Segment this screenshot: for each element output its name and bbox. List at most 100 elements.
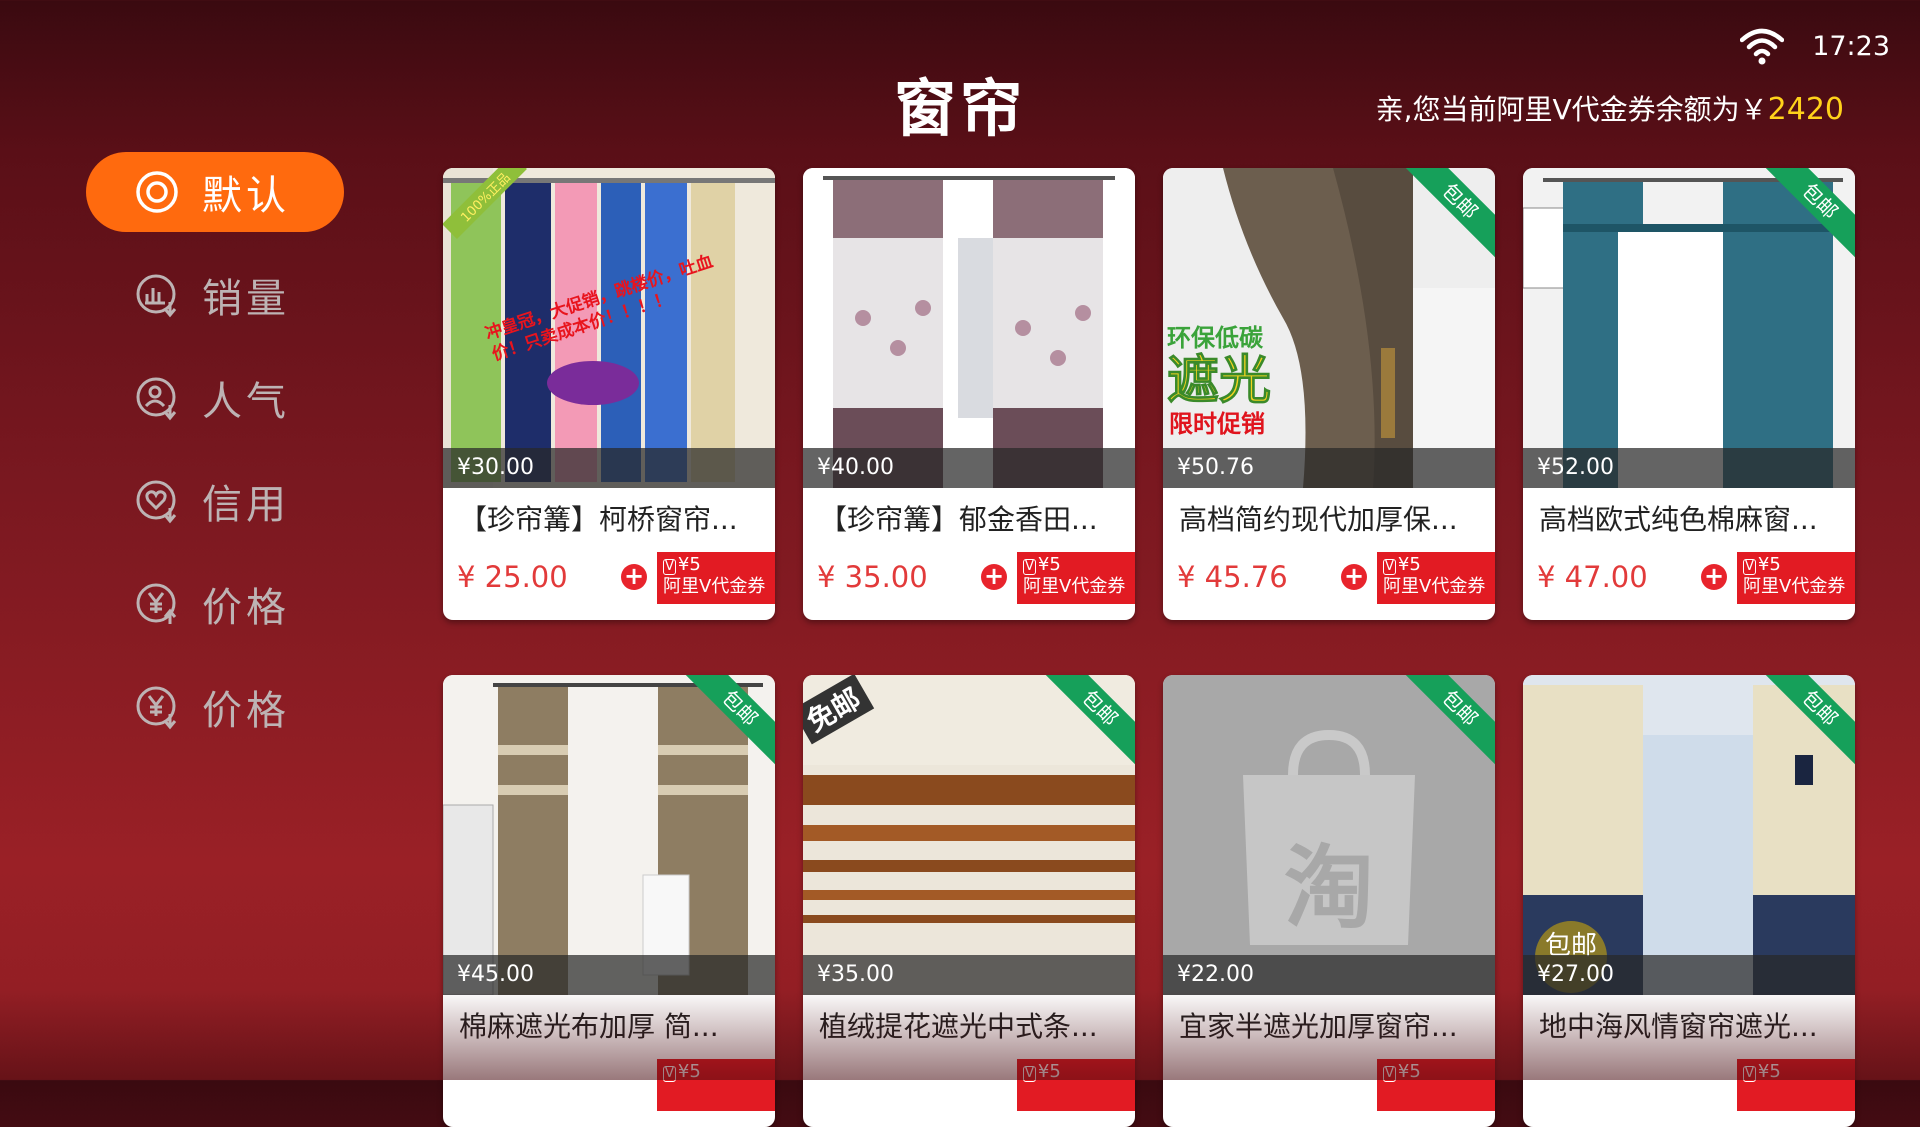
- ribbon-label: 包邮: [1765, 675, 1855, 765]
- coupon-badge: V ¥5: [657, 1059, 775, 1111]
- product-image: 包邮 ¥52.00: [1523, 168, 1855, 488]
- product-image: 包邮 包邮 ¥27.00: [1523, 675, 1855, 995]
- coupon-badge: V ¥5: [1737, 1059, 1855, 1111]
- coupon-amount: ¥5: [1757, 554, 1781, 575]
- coupon-amount: ¥5: [1037, 1061, 1061, 1082]
- original-price: ¥30.00: [443, 448, 775, 488]
- coupon-badge: V ¥5 阿里V代金券: [1017, 552, 1135, 604]
- product-image: ¥40.00: [803, 168, 1135, 488]
- product-name: 【珍帘篝】郁金香田...: [819, 503, 1098, 536]
- product-image: 环保低碳 遮光 限时促销 包邮 ¥50.76: [1163, 168, 1495, 488]
- sort-label: 销量: [202, 276, 290, 322]
- sale-price: ¥ 25.00: [457, 560, 568, 594]
- v-icon: V: [1023, 559, 1036, 575]
- sort-label: 默认: [202, 173, 290, 219]
- free-shipping-ribbon: 包邮: [1405, 675, 1495, 765]
- coupon-badge: V ¥5 阿里V代金券: [1737, 552, 1855, 604]
- coupon-amount: ¥5: [1397, 554, 1421, 575]
- ribbon-label: 包邮: [685, 675, 775, 765]
- sort-label: 人气: [202, 379, 290, 425]
- product-card[interactable]: 环保低碳 遮光 限时促销 包邮 ¥50.76 高档简约现代加厚保... ¥ 45…: [1163, 168, 1495, 620]
- coupon-badge: V ¥5: [1017, 1059, 1135, 1111]
- plus-icon: +: [1701, 564, 1727, 590]
- product-card[interactable]: ¥40.00 【珍帘篝】郁金香田... ¥ 35.00 + V ¥5 阿里V代金券: [803, 168, 1135, 620]
- coupon-label: 阿里V代金券: [663, 576, 766, 597]
- coupon-amount: ¥5: [677, 1061, 701, 1082]
- product-image: 淘 包邮 ¥22.00: [1163, 675, 1495, 995]
- coupon-amount: ¥5: [677, 554, 701, 575]
- plus-icon: +: [981, 564, 1007, 590]
- product-name: 【珍帘篝】柯桥窗帘...: [459, 503, 738, 536]
- ribbon-label: 包邮: [1765, 168, 1855, 258]
- coupon-badge: V ¥5 阿里V代金券: [657, 552, 775, 604]
- sort-default[interactable]: 默认: [86, 152, 344, 232]
- original-price: ¥35.00: [803, 955, 1135, 995]
- free-shipping-ribbon: 包邮: [1405, 168, 1495, 258]
- product-name: 宜家半遮光加厚窗帘...: [1179, 1010, 1458, 1043]
- sort-sidebar: 默认 销量 人气 信用 价格 价格: [86, 152, 344, 770]
- original-price: ¥52.00: [1523, 448, 1855, 488]
- sort-popularity[interactable]: 人气: [86, 358, 344, 438]
- product-name: 地中海风情窗帘遮光...: [1539, 1010, 1818, 1043]
- coupon-balance: 亲,您当前阿里V代金券余额为￥2420: [1376, 88, 1844, 128]
- original-price: ¥27.00: [1523, 955, 1855, 995]
- product-name: 高档简约现代加厚保...: [1179, 503, 1458, 536]
- target-icon: [136, 171, 178, 213]
- ribbon-label: 包邮: [1405, 168, 1495, 258]
- coupon-label: 阿里V代金券: [1383, 576, 1486, 597]
- sort-label: 价格: [202, 585, 290, 631]
- sort-price-desc[interactable]: 价格: [86, 667, 344, 747]
- ribbon-label: 包邮: [1045, 675, 1135, 765]
- sort-sales[interactable]: 销量: [86, 255, 344, 335]
- product-name: 植绒提花遮光中式条...: [819, 1010, 1098, 1043]
- free-shipping-ribbon: 包邮: [1765, 675, 1855, 765]
- yen-up-icon: [136, 583, 177, 624]
- promo-limited-text: 限时促销: [1169, 410, 1265, 438]
- v-icon: V: [663, 559, 676, 575]
- v-icon: V: [1743, 559, 1756, 575]
- user-icon: [136, 377, 177, 421]
- coupon-badge: V ¥5 阿里V代金券: [1377, 552, 1495, 604]
- free-shipping-ribbon: 包邮: [1765, 168, 1855, 258]
- heart-icon: [136, 480, 177, 524]
- coupon-amount: ¥5: [1757, 1061, 1781, 1082]
- balance-label: 亲,您当前阿里V代金券余额为￥: [1375, 93, 1768, 126]
- product-image: 冲皇冠，大促销，跳楼价，吐血价！只卖成本价！！！！ 100%正品 ¥30.00: [443, 168, 775, 488]
- balance-amount: 2420: [1767, 92, 1844, 127]
- coupon-badge: V ¥5: [1377, 1059, 1495, 1111]
- plus-icon: +: [621, 564, 647, 590]
- clock: 17:23: [1812, 30, 1890, 62]
- product-card[interactable]: 免邮 包邮 ¥35.00 植绒提花遮光中式条... V ¥5: [803, 675, 1135, 1127]
- curtain-photo: [803, 168, 1135, 488]
- v-icon: V: [1383, 559, 1396, 575]
- sort-label: 信用: [202, 482, 290, 528]
- yen-down-icon: [136, 686, 177, 730]
- product-image: 包邮 ¥45.00: [443, 675, 775, 995]
- sort-label: 价格: [202, 688, 290, 734]
- product-card[interactable]: 淘 包邮 ¥22.00 宜家半遮光加厚窗帘... V ¥5: [1163, 675, 1495, 1127]
- product-name: 高档欧式纯色棉麻窗...: [1539, 503, 1818, 536]
- product-image: 免邮 包邮 ¥35.00: [803, 675, 1135, 995]
- product-card[interactable]: 包邮 包邮 ¥27.00 地中海风情窗帘遮光... V ¥5: [1523, 675, 1855, 1127]
- original-price: ¥50.76: [1163, 448, 1495, 488]
- sort-price-asc[interactable]: 价格: [86, 564, 344, 644]
- product-card[interactable]: 包邮 ¥45.00 棉麻遮光布加厚 简... V ¥5: [443, 675, 775, 1127]
- coupon-amount: ¥5: [1397, 1061, 1421, 1082]
- free-shipping-ribbon: 包邮: [1045, 675, 1135, 765]
- taobao-glyph: 淘: [1284, 836, 1374, 941]
- product-card[interactable]: 冲皇冠，大促销，跳楼价，吐血价！只卖成本价！！！！ 100%正品 ¥30.00 …: [443, 168, 775, 620]
- free-shipping-ribbon: 包邮: [685, 675, 775, 765]
- product-card[interactable]: 包邮 ¥52.00 高档欧式纯色棉麻窗... ¥ 47.00 + V ¥5 阿里V…: [1523, 168, 1855, 620]
- ribbon-label: 包邮: [1405, 675, 1495, 765]
- sale-price: ¥ 45.76: [1177, 560, 1288, 594]
- coupon-amount: ¥5: [1037, 554, 1061, 575]
- original-price: ¥40.00: [803, 448, 1135, 488]
- plus-icon: +: [1341, 564, 1367, 590]
- product-name: 棉麻遮光布加厚 简...: [459, 1010, 719, 1043]
- original-price: ¥22.00: [1163, 955, 1495, 995]
- sales-chart-icon: [136, 274, 177, 318]
- sort-credit[interactable]: 信用: [86, 461, 344, 541]
- coupon-label: 阿里V代金券: [1023, 576, 1126, 597]
- promo-main-text: 遮光: [1166, 351, 1272, 412]
- sale-price: ¥ 47.00: [1537, 560, 1648, 594]
